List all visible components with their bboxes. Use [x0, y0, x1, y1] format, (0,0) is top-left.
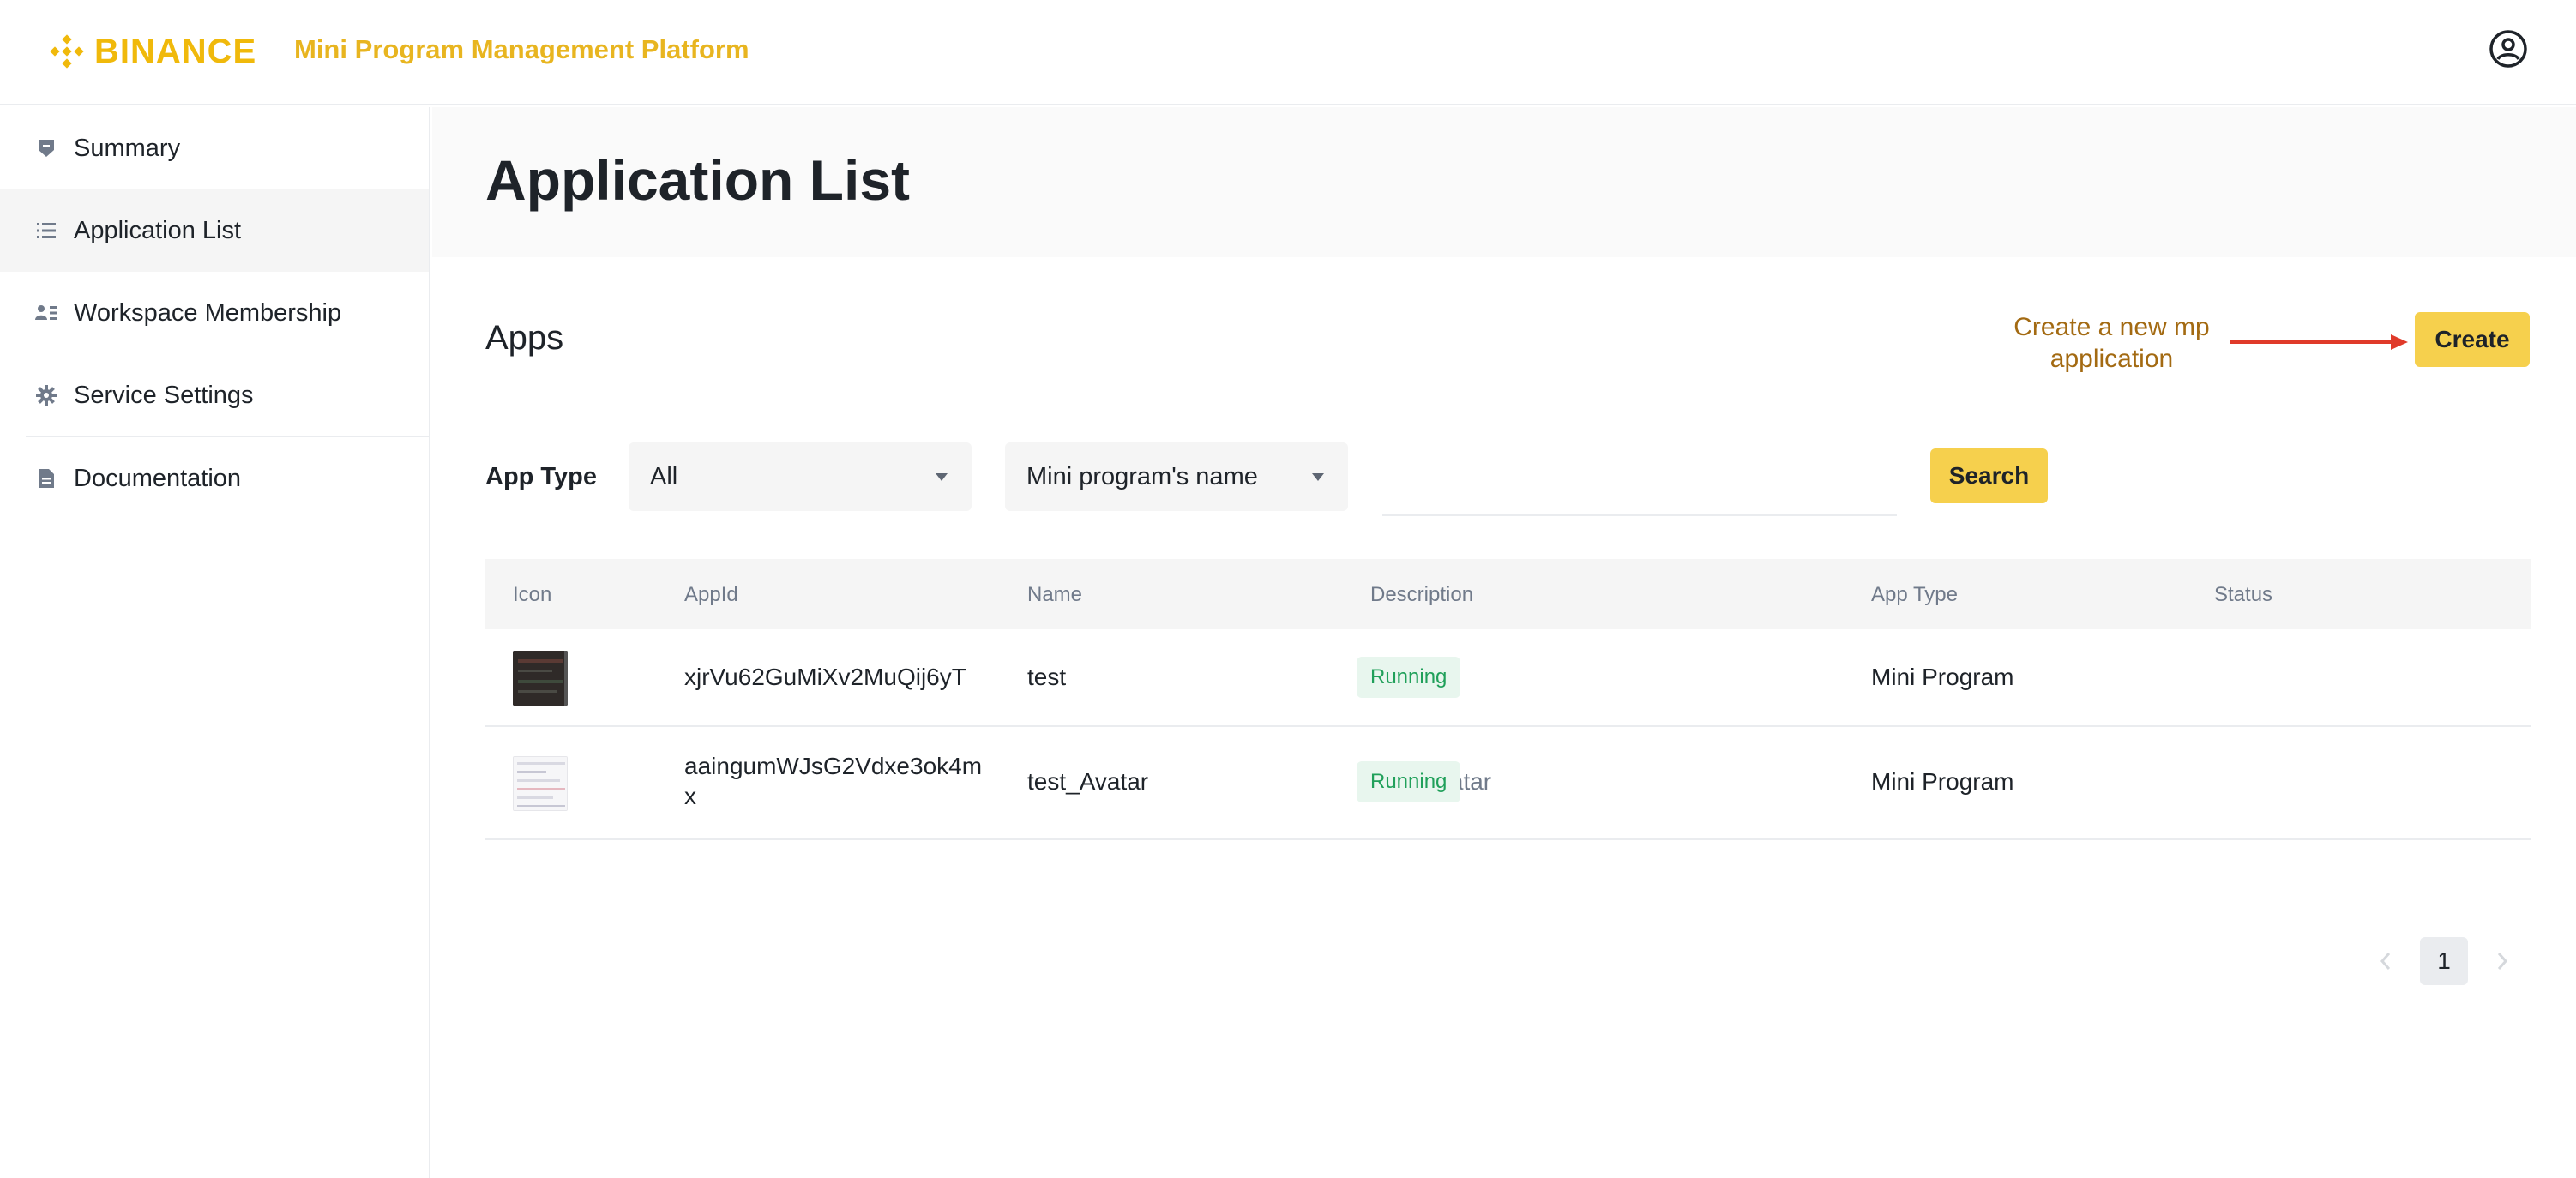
app-type-select-value: All [650, 463, 678, 490]
column-header-icon: Icon [513, 583, 552, 606]
search-field-select[interactable]: Mini program's name [1005, 442, 1348, 511]
logo-text: BINANCE [94, 32, 257, 70]
app-icon-image [513, 651, 568, 706]
chevron-down-icon [936, 473, 948, 481]
sidebar-item-label: Workspace Membership [74, 298, 342, 327]
annotation-arrow-icon [2230, 334, 2408, 350]
column-header-appid: AppId [684, 583, 738, 606]
sidebar-item-application-list[interactable]: Application List [0, 189, 429, 272]
binance-diamond-icon [50, 34, 84, 69]
sidebar-item-label: Application List [74, 216, 242, 244]
create-button[interactable]: Create [2415, 312, 2530, 367]
sidebar-item-label: Documentation [74, 464, 242, 492]
chevron-right-icon[interactable] [2492, 948, 2513, 974]
sidebar: Summary Application List Workspace Membe… [0, 107, 430, 1178]
column-header-status: Status [2214, 583, 2273, 606]
table-row[interactable]: aaingumWJsG2Vdxe3ok4m x test_Avatar test… [485, 727, 2531, 840]
apps-section-title: Apps [485, 319, 564, 357]
app-id-cell: aaingumWJsG2Vdxe3ok4m x [684, 751, 982, 811]
sidebar-item-label: Summary [74, 134, 181, 162]
search-field-select-value: Mini program's name [1026, 463, 1258, 490]
list-icon [34, 219, 58, 243]
sidebar-item-summary[interactable]: Summary [0, 107, 429, 189]
chevron-down-icon [1312, 473, 1324, 481]
sidebar-item-documentation[interactable]: Documentation [0, 437, 429, 520]
chevron-left-icon[interactable] [2375, 948, 2396, 974]
sidebar-item-label: Service Settings [74, 381, 254, 409]
table-row[interactable]: xjrVu62GuMiXv2MuQij6yT test test Mini Pr… [485, 629, 2531, 727]
app-name-cell: test_Avatar [1027, 768, 1149, 795]
app-name-cell: test [1027, 664, 1067, 690]
gear-icon [34, 383, 58, 407]
column-header-app-type: App Type [1871, 583, 1958, 606]
column-header-name: Name [1027, 583, 1083, 606]
table-header: Icon AppId Name Description App Type Sta… [485, 559, 2531, 629]
app-type-cell: Mini Program [1871, 768, 2014, 795]
sidebar-item-service-settings[interactable]: Service Settings [0, 354, 429, 436]
app-icon-image [513, 756, 568, 811]
app-type-label: App Type [485, 463, 597, 490]
sidebar-item-workspace-membership[interactable]: Workspace Membership [0, 272, 429, 354]
user-circle-icon[interactable] [2489, 29, 2528, 69]
app-type-select[interactable]: All [629, 442, 972, 511]
shield-icon [34, 136, 58, 160]
app-id-cell: xjrVu62GuMiXv2MuQij6yT [684, 664, 966, 690]
binance-logo[interactable]: BINANCE [48, 31, 256, 72]
members-icon [34, 301, 58, 325]
app-id-line: aaingumWJsG2Vdxe3ok4m [684, 753, 983, 779]
page-title: Application List [485, 148, 910, 212]
top-header: BINANCE Mini Program Management Platform [0, 0, 2576, 105]
status-badge: Running [1357, 657, 1461, 698]
search-button[interactable]: Search [1930, 448, 2048, 503]
pagination-page-1[interactable]: 1 [2420, 937, 2468, 985]
search-input[interactable] [1382, 444, 1897, 516]
status-badge: Running [1357, 761, 1461, 802]
app-id-line: x [684, 783, 696, 809]
platform-title: Mini Program Management Platform [294, 34, 749, 64]
create-annotation: Create a new mp application [2013, 313, 2210, 373]
document-icon [34, 466, 58, 490]
column-header-description: Description [1370, 583, 1474, 606]
app-type-cell: Mini Program [1871, 664, 2014, 690]
